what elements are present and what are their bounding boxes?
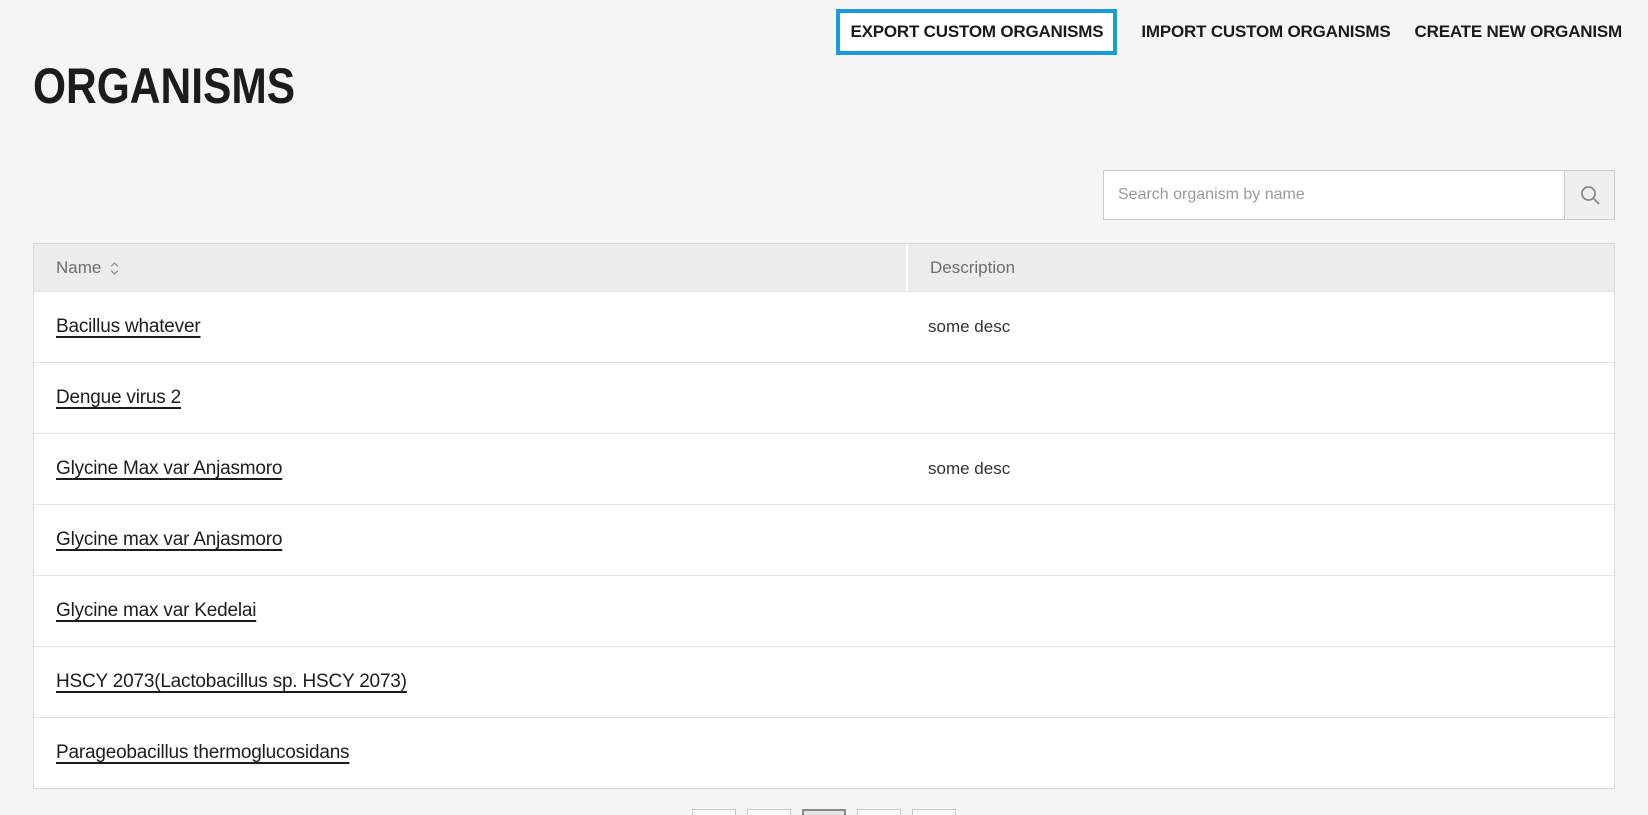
table-row: Bacillus whatever some desc [34,291,1614,362]
column-header-description-label: Description [930,258,1015,278]
organism-link[interactable]: Dengue virus 2 [56,387,181,409]
organism-link[interactable]: HSCY 2073(Lactobacillus sp. HSCY 2073) [56,671,407,693]
page-button[interactable] [912,809,956,815]
organism-link[interactable]: Glycine max var Anjasmoro [56,529,282,551]
organism-description-cell [906,718,1614,788]
organism-name-cell: Parageobacillus thermoglucosidans [34,718,906,788]
organism-name-cell: Glycine max var Anjasmoro [34,505,906,575]
search-bar [1103,170,1615,220]
organism-description-cell [906,363,1614,433]
organism-name-cell: Dengue virus 2 [34,363,906,433]
organism-description-cell [906,647,1614,717]
organism-description-cell: some desc [906,434,1614,504]
organisms-page: EXPORT CUSTOM ORGANISMS IMPORT CUSTOM OR… [0,0,1648,815]
table-row: Dengue virus 2 [34,362,1614,433]
top-nav: EXPORT CUSTOM ORGANISMS IMPORT CUSTOM OR… [836,6,1622,57]
search-icon [1579,184,1601,206]
organism-link[interactable]: Glycine max var Kedelai [56,600,256,622]
organism-link[interactable]: Parageobacillus thermoglucosidans [56,742,349,764]
organism-link[interactable]: Bacillus whatever [56,316,200,338]
export-custom-organisms-button[interactable]: EXPORT CUSTOM ORGANISMS [836,9,1117,55]
column-header-description: Description [906,244,1614,291]
page-title: ORGANISMS [33,58,295,116]
create-new-organism-button[interactable]: CREATE NEW ORGANISM [1415,22,1622,42]
column-header-name[interactable]: Name [34,244,906,291]
table-row: Glycine max var Kedelai [34,575,1614,646]
organism-link[interactable]: Glycine Max var Anjasmoro [56,458,282,480]
search-button[interactable] [1565,170,1615,220]
organism-name-cell: Glycine max var Kedelai [34,576,906,646]
import-custom-organisms-button[interactable]: IMPORT CUSTOM ORGANISMS [1141,22,1390,42]
sort-icon[interactable] [109,261,120,276]
page-button[interactable] [747,809,791,815]
table-body: Bacillus whatever some desc Dengue virus… [34,291,1614,788]
page-button[interactable] [857,809,901,815]
organism-name-cell: Bacillus whatever [34,292,906,362]
organism-name-cell: HSCY 2073(Lactobacillus sp. HSCY 2073) [34,647,906,717]
organism-description-cell [906,505,1614,575]
organism-description-cell: some desc [906,292,1614,362]
table-row: Glycine max var Anjasmoro [34,504,1614,575]
organism-description-cell [906,576,1614,646]
search-input[interactable] [1103,170,1565,220]
organism-name-cell: Glycine Max var Anjasmoro [34,434,906,504]
table-row: HSCY 2073(Lactobacillus sp. HSCY 2073) [34,646,1614,717]
organisms-table: Name Description Bacillus whatever [33,243,1615,789]
column-header-name-label: Name [56,258,101,278]
page-button-active[interactable] [802,809,846,815]
table-row: Parageobacillus thermoglucosidans [34,717,1614,788]
pagination [33,809,1615,815]
table-row: Glycine Max var Anjasmoro some desc [34,433,1614,504]
page-button[interactable] [692,809,736,815]
table-header-row: Name Description [34,244,1614,291]
